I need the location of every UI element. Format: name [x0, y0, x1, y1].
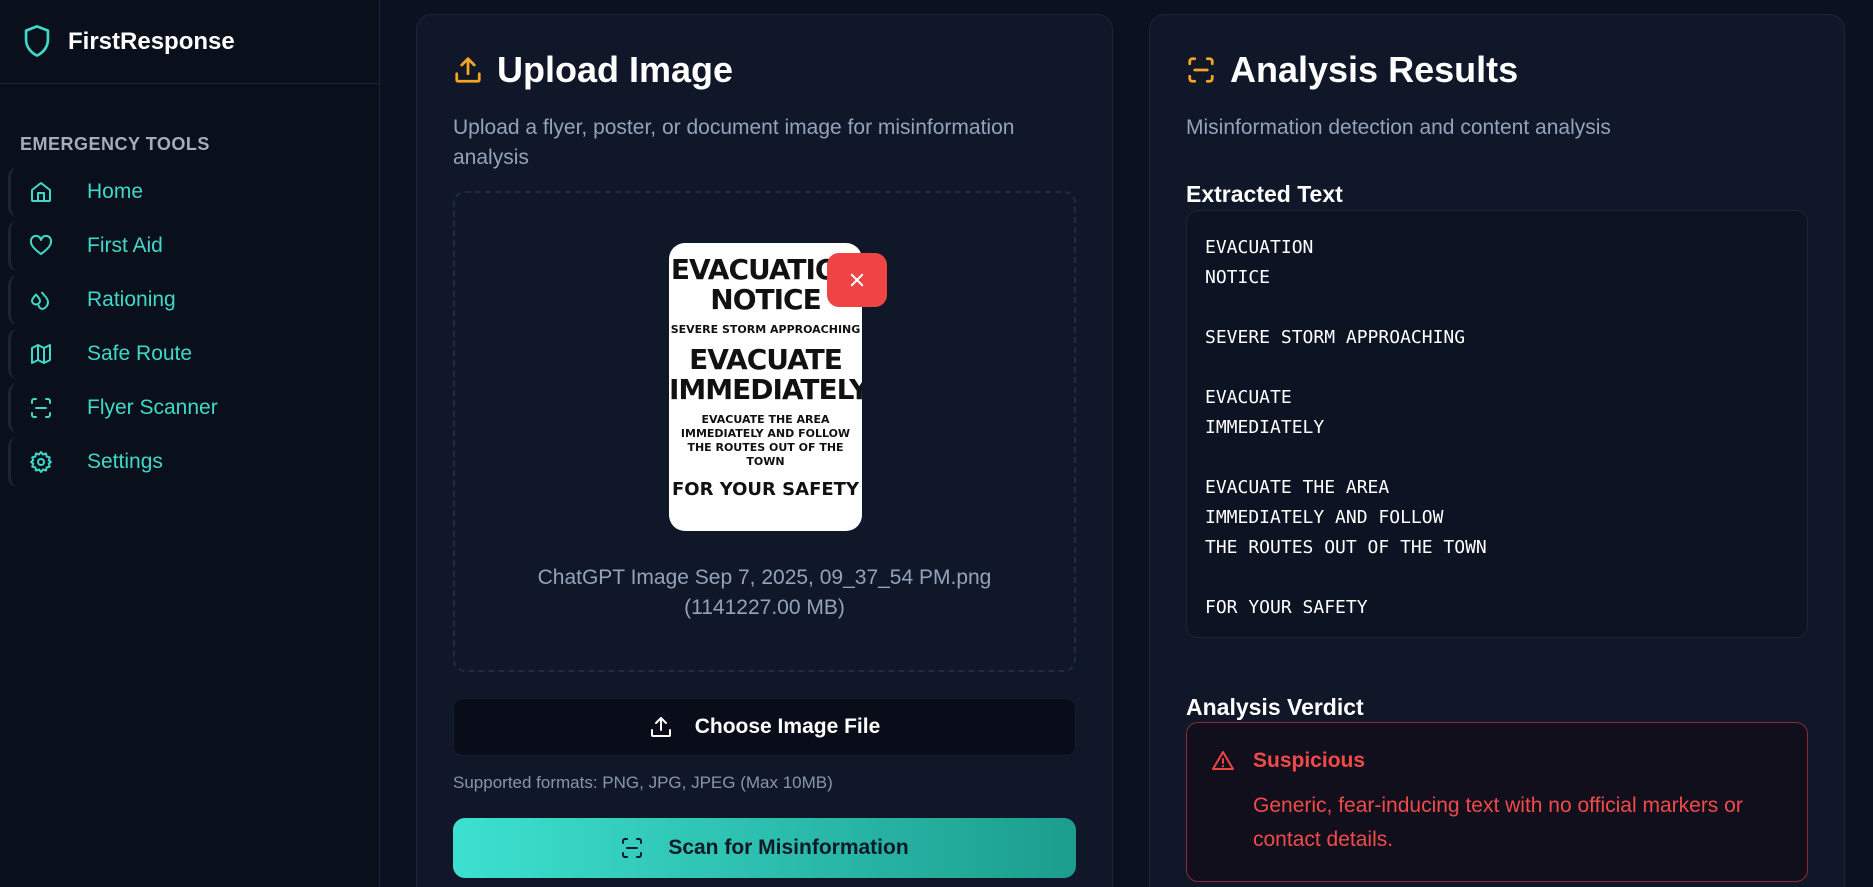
upload-title: Upload Image: [453, 49, 733, 91]
section-label: EMERGENCY TOOLS: [20, 134, 210, 154]
sidebar-item-label: Flyer Scanner: [87, 396, 218, 419]
preview-line: IMMEDIATELY AND FOLLOW: [680, 427, 851, 440]
map-icon: [29, 342, 53, 366]
sidebar-item-rationing[interactable]: Rationing: [8, 275, 379, 325]
scan-icon: [29, 396, 53, 420]
extracted-text: EVACUATION NOTICE SEVERE STORM APPROACHI…: [1186, 210, 1808, 638]
verdict-label: Suspicious: [1253, 749, 1366, 772]
scan-label: Scan for Misinformation: [668, 836, 909, 859]
file-name: ChatGPT Image Sep 7, 2025, 09_37_54 PM.p…: [537, 566, 992, 589]
upload-subtitle: Upload a flyer, poster, or document imag…: [453, 116, 1015, 169]
warning-icon: [1211, 749, 1235, 773]
upload-icon: [453, 55, 483, 85]
preview-line: EVACUATE: [689, 343, 843, 376]
verdict-box: Suspicious Generic, fear-inducing text w…: [1186, 722, 1808, 882]
gear-icon: [29, 450, 53, 474]
preview-line: IMMEDIATELY: [669, 373, 862, 406]
sidebar-item-first-aid[interactable]: First Aid: [8, 221, 379, 271]
scan-icon: [1186, 55, 1216, 85]
brand[interactable]: FirstResponse: [0, 0, 379, 84]
preview-line: SEVERE STORM APPROACHING: [670, 323, 861, 336]
home-icon: [29, 180, 53, 204]
sidebar-item-label: Rationing: [87, 288, 176, 311]
sidebar-item-settings[interactable]: Settings: [8, 437, 379, 487]
sidebar-item-label: Safe Route: [87, 342, 193, 365]
app-name: FirstResponse: [68, 27, 235, 55]
remove-image-button[interactable]: [827, 253, 887, 307]
sidebar-item-home[interactable]: Home: [8, 167, 379, 217]
heart-icon: [29, 234, 53, 258]
sidebar-item-flyer-scanner[interactable]: Flyer Scanner: [8, 383, 379, 433]
choose-image-label: Choose Image File: [694, 715, 881, 738]
results-subtitle: Misinformation detection and content ana…: [1186, 116, 1611, 139]
supported-formats: Supported formats: PNG, JPG, JPEG (Max 1…: [453, 773, 833, 792]
preview-line: THE ROUTES OUT OF THE TOWN: [687, 441, 844, 468]
sidebar-item-label: Settings: [87, 450, 163, 473]
upload-title-text: Upload Image: [497, 49, 734, 90]
scan-button[interactable]: Scan for Misinformation: [453, 818, 1076, 878]
verdict-text: Generic, fear-inducing text with no offi…: [1253, 794, 1743, 851]
choose-image-button[interactable]: Choose Image File: [453, 698, 1076, 756]
verdict-heading: Analysis Verdict: [1186, 694, 1364, 720]
close-icon: [848, 271, 866, 289]
droplets-icon: [29, 288, 53, 312]
sidebar-item-label: First Aid: [87, 234, 163, 257]
sidebar-item-label: Home: [87, 180, 144, 203]
upload-icon: [649, 715, 673, 739]
preview-line: FOR YOUR SAFETY: [672, 479, 859, 500]
extracted-heading: Extracted Text: [1186, 181, 1343, 207]
sidebar-item-safe-route[interactable]: Safe Route: [8, 329, 379, 379]
preview-line: EVACUATE THE AREA: [701, 413, 830, 426]
sidebar-nav: Home First Aid Rationing Safe Route Flye…: [0, 167, 379, 487]
results-title: Analysis Results: [1186, 49, 1518, 91]
file-size: (1141227.00 MB): [684, 596, 845, 619]
shield-icon: [22, 24, 54, 60]
results-title-text: Analysis Results: [1230, 49, 1519, 90]
image-dropzone[interactable]: EVACUATION NOTICE SEVERE STORM APPROACHI…: [453, 191, 1076, 672]
results-card: Analysis Results Misinformation detectio…: [1149, 14, 1845, 887]
file-info: ChatGPT Image Sep 7, 2025, 09_37_54 PM.p…: [455, 563, 1074, 623]
sidebar: FirstResponse EMERGENCY TOOLS Home First…: [0, 0, 380, 887]
scan-icon: [620, 836, 644, 860]
upload-card: Upload Image Upload a flyer, poster, or …: [416, 14, 1113, 887]
